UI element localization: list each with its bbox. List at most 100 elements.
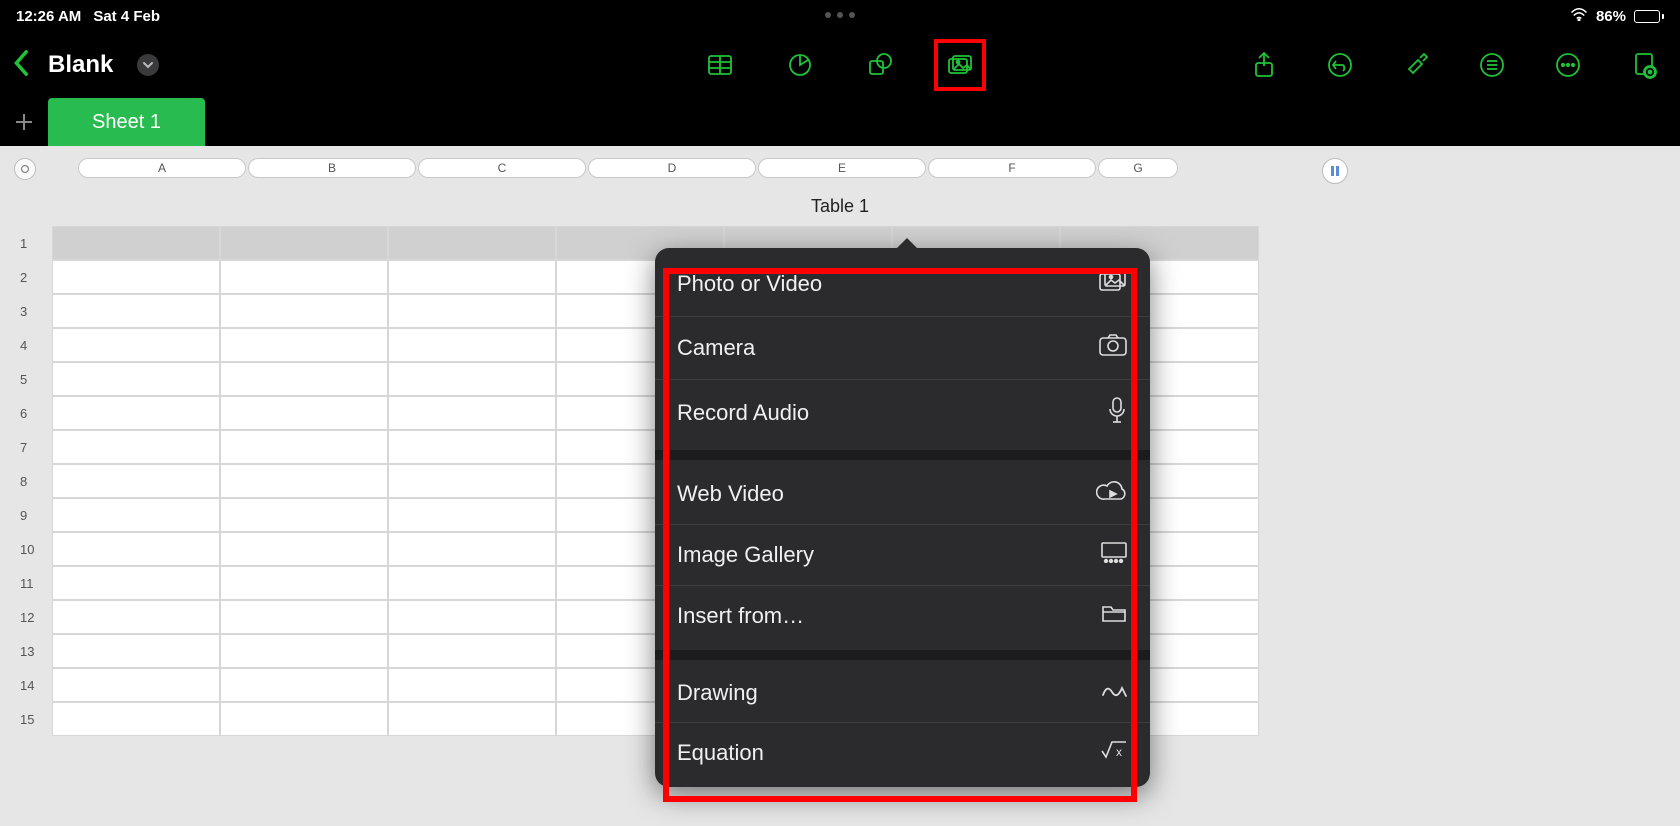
select-all-handle[interactable] <box>14 158 36 180</box>
row-header[interactable]: 5 <box>14 362 52 396</box>
cell[interactable] <box>52 668 220 702</box>
column-header[interactable]: E <box>758 158 926 178</box>
cell[interactable] <box>52 600 220 634</box>
pause-button[interactable] <box>1322 158 1348 184</box>
cell[interactable] <box>52 328 220 362</box>
column-header[interactable]: A <box>78 158 246 178</box>
insert-media-icon[interactable] <box>944 49 976 81</box>
column-header[interactable]: D <box>588 158 756 178</box>
cell[interactable] <box>220 294 388 328</box>
sqrt-icon: x <box>1100 739 1128 767</box>
row-header[interactable]: 15 <box>14 702 52 736</box>
cell[interactable] <box>388 328 556 362</box>
column-header[interactable]: F <box>928 158 1096 178</box>
cell[interactable] <box>220 260 388 294</box>
insert-table-icon[interactable] <box>704 49 736 81</box>
cell[interactable] <box>220 498 388 532</box>
row-header[interactable]: 3 <box>14 294 52 328</box>
cell[interactable] <box>52 226 220 260</box>
row-header[interactable]: 9 <box>14 498 52 532</box>
list-icon[interactable] <box>1476 49 1508 81</box>
row-header[interactable]: 4 <box>14 328 52 362</box>
document-title[interactable]: Blank <box>48 51 113 79</box>
cell[interactable] <box>220 396 388 430</box>
cell[interactable] <box>52 294 220 328</box>
cell[interactable] <box>52 498 220 532</box>
popover-item-folder[interactable]: Insert from… <box>655 585 1150 646</box>
battery-pct: 86% <box>1596 8 1626 25</box>
undo-icon[interactable] <box>1324 49 1356 81</box>
cell[interactable] <box>220 566 388 600</box>
cell[interactable] <box>388 668 556 702</box>
row-header[interactable]: 2 <box>14 260 52 294</box>
cell[interactable] <box>220 362 388 396</box>
column-header[interactable]: B <box>248 158 416 178</box>
cell[interactable] <box>388 566 556 600</box>
popover-item-cloud[interactable]: Web Video <box>655 464 1150 524</box>
cell[interactable] <box>388 396 556 430</box>
cell[interactable] <box>52 702 220 736</box>
spreadsheet-workspace[interactable]: ABCDEFG Table 1 123456789101112131415 Ph… <box>0 146 1680 826</box>
cell[interactable] <box>388 498 556 532</box>
multitask-dots[interactable] <box>825 12 855 18</box>
popover-item-label: Camera <box>677 335 755 361</box>
back-button[interactable] <box>12 49 32 82</box>
mic-icon <box>1106 396 1128 430</box>
cell[interactable] <box>52 362 220 396</box>
cell[interactable] <box>220 702 388 736</box>
table-title[interactable]: Table 1 <box>811 196 869 217</box>
cell[interactable] <box>220 430 388 464</box>
document-settings-icon[interactable] <box>1628 49 1660 81</box>
row-header[interactable]: 7 <box>14 430 52 464</box>
column-header[interactable]: G <box>1098 158 1178 178</box>
cell[interactable] <box>52 634 220 668</box>
cell[interactable] <box>220 668 388 702</box>
popover-item-mic[interactable]: Record Audio <box>655 379 1150 446</box>
row-header[interactable]: 13 <box>14 634 52 668</box>
cell[interactable] <box>52 532 220 566</box>
cell[interactable] <box>220 532 388 566</box>
popover-item-scribble[interactable]: Drawing <box>655 664 1150 722</box>
row-header[interactable]: 12 <box>14 600 52 634</box>
cell[interactable] <box>388 294 556 328</box>
row-header[interactable]: 8 <box>14 464 52 498</box>
cell[interactable] <box>388 702 556 736</box>
popover-item-photo[interactable]: Photo or Video <box>655 252 1150 316</box>
cell[interactable] <box>388 532 556 566</box>
cell[interactable] <box>220 600 388 634</box>
cell[interactable] <box>388 362 556 396</box>
row-header[interactable]: 14 <box>14 668 52 702</box>
insert-chart-icon[interactable] <box>784 49 816 81</box>
cell[interactable] <box>388 226 556 260</box>
sheet-tab-active[interactable]: Sheet 1 <box>48 98 205 146</box>
cell[interactable] <box>52 430 220 464</box>
cell[interactable] <box>52 464 220 498</box>
insert-shape-icon[interactable] <box>864 49 896 81</box>
cell[interactable] <box>52 260 220 294</box>
popover-item-camera[interactable]: Camera <box>655 316 1150 379</box>
cell[interactable] <box>52 566 220 600</box>
cell[interactable] <box>52 396 220 430</box>
more-icon[interactable] <box>1552 49 1584 81</box>
cell[interactable] <box>388 464 556 498</box>
format-brush-icon[interactable] <box>1400 49 1432 81</box>
share-icon[interactable] <box>1248 49 1280 81</box>
row-header[interactable]: 6 <box>14 396 52 430</box>
popover-item-gallery[interactable]: Image Gallery <box>655 524 1150 585</box>
cell[interactable] <box>388 430 556 464</box>
cell[interactable] <box>220 634 388 668</box>
popover-item-sqrt[interactable]: Equationx <box>655 722 1150 783</box>
cell[interactable] <box>220 226 388 260</box>
cell[interactable] <box>220 328 388 362</box>
cell[interactable] <box>388 260 556 294</box>
add-sheet-button[interactable] <box>0 110 48 134</box>
cell[interactable] <box>388 634 556 668</box>
cell[interactable] <box>388 600 556 634</box>
column-headers: ABCDEFG <box>14 158 1340 182</box>
row-header[interactable]: 11 <box>14 566 52 600</box>
row-header[interactable]: 1 <box>14 226 52 260</box>
title-chevron-icon[interactable] <box>137 54 159 76</box>
column-header[interactable]: C <box>418 158 586 178</box>
cell[interactable] <box>220 464 388 498</box>
row-header[interactable]: 10 <box>14 532 52 566</box>
